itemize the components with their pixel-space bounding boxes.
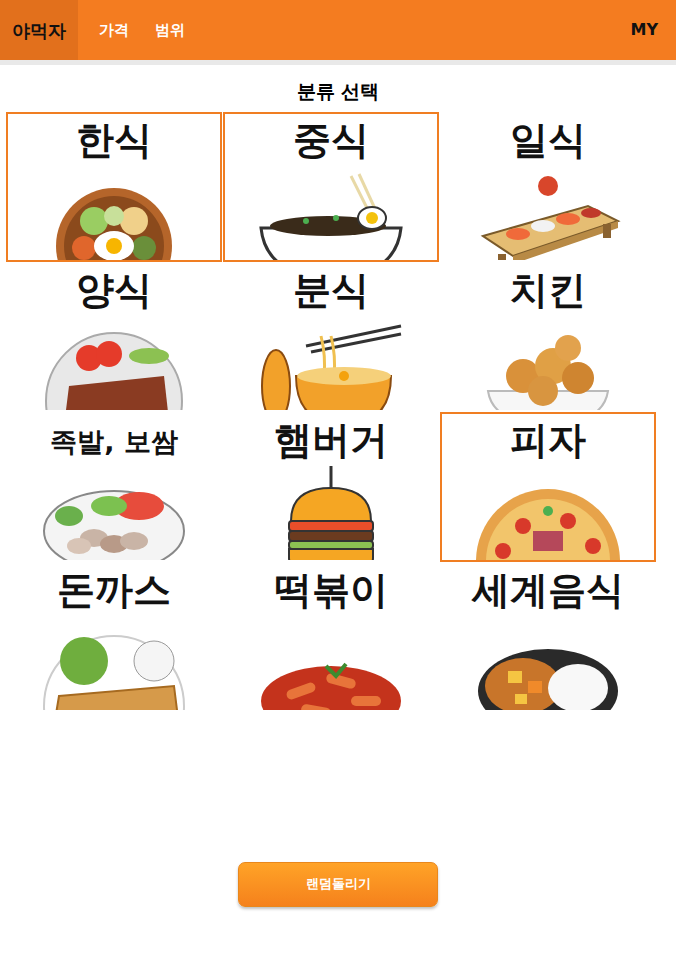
category-label: 돈까스: [57, 564, 171, 616]
food-icon: [39, 616, 189, 712]
category-card[interactable]: 햄버거: [223, 412, 439, 562]
category-card[interactable]: 분식: [223, 262, 439, 412]
food-icon: [256, 316, 406, 412]
food-icon: [256, 616, 406, 712]
category-label: 떡볶이: [274, 564, 388, 616]
food-icon: [473, 616, 623, 712]
page-title: 분류 선택: [0, 77, 676, 106]
category-card[interactable]: 돈까스: [6, 562, 222, 712]
food-icon: [39, 166, 189, 262]
category-label: 일식: [510, 114, 586, 166]
food-icon: [473, 466, 623, 562]
category-label: 분식: [293, 264, 369, 316]
food-icon: [473, 316, 623, 412]
category-label: 중식: [293, 114, 369, 166]
category-card[interactable]: 양식: [6, 262, 222, 412]
category-card[interactable]: 피자: [440, 412, 656, 562]
category-label: 치킨: [510, 264, 586, 316]
category-label: 세계음식: [472, 564, 624, 616]
category-card[interactable]: 한식: [6, 112, 222, 262]
top-bar: 야먹자 가격범위 MY: [0, 0, 676, 65]
nav-item[interactable]: 가격: [86, 19, 142, 42]
category-card[interactable]: 세계음식: [440, 562, 656, 712]
food-icon: [39, 316, 189, 412]
logo[interactable]: 야먹자: [0, 0, 78, 60]
my-page-link[interactable]: MY: [630, 0, 676, 60]
nav-menu: 가격범위: [78, 0, 198, 60]
category-grid: 한식 중식 일식양식 분식 치킨족발, 보쌈 햄버거 피자돈까스 떡볶이 세계음식: [6, 112, 656, 712]
category-label: 피자: [510, 414, 586, 466]
category-label: 햄버거: [274, 414, 388, 466]
category-card[interactable]: 일식: [440, 112, 656, 262]
food-icon: [473, 166, 623, 262]
food-icon: [39, 466, 189, 562]
category-label: 족발, 보쌈: [50, 414, 178, 466]
category-label: 한식: [76, 114, 152, 166]
food-icon: [256, 466, 406, 562]
content: 분류 선택 한식중식일식양식분식치킨족발, 보쌈햄버거피자돈까스떡볶이세계음식 …: [0, 65, 676, 907]
category-card[interactable]: 족발, 보쌈: [6, 412, 222, 562]
category-card[interactable]: 중식: [223, 112, 439, 262]
food-icon: [256, 166, 406, 262]
category-card[interactable]: 치킨: [440, 262, 656, 412]
category-label: 양식: [76, 264, 152, 316]
random-button[interactable]: 랜덤돌리기: [238, 862, 438, 907]
nav-item[interactable]: 범위: [142, 19, 198, 42]
category-card[interactable]: 떡볶이: [223, 562, 439, 712]
